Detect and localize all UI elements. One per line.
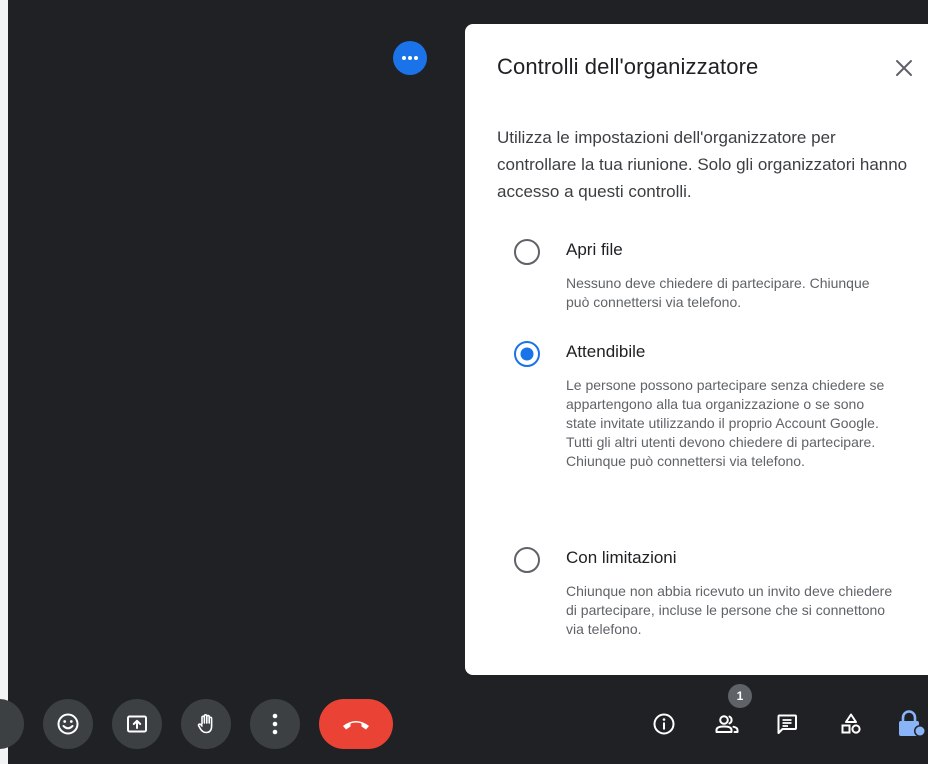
activities-icon	[841, 713, 861, 734]
lock-icon	[899, 710, 926, 737]
people-button[interactable]	[707, 704, 747, 744]
panel-title: Controlli dell'organizzatore	[497, 54, 759, 79]
end-call-button[interactable]	[319, 699, 393, 749]
option-description: Chiunque non abbia ricevuto un invito de…	[566, 583, 893, 637]
option-label: Attendibile	[566, 342, 646, 361]
radio-open[interactable]	[513, 238, 541, 266]
present-screen-button[interactable]	[112, 699, 162, 749]
hang-up-icon	[343, 721, 369, 730]
radio-unchecked-icon	[514, 239, 540, 265]
radio-restricted[interactable]	[513, 546, 541, 574]
host-controls-button[interactable]	[892, 704, 928, 744]
more-options-button[interactable]	[393, 41, 427, 75]
more-actions-button[interactable]	[250, 699, 300, 749]
panel-description: Utilizza le impostazioni dell'organizzat…	[497, 128, 908, 201]
partial-control-button[interactable]	[0, 699, 24, 749]
left-edge-strip	[0, 0, 8, 764]
host-controls-panel: Controlli dell'organizzatore Utilizza le…	[465, 24, 928, 675]
more-horiz-icon	[402, 56, 418, 60]
radio-unchecked-icon	[514, 547, 540, 573]
info-icon	[653, 713, 675, 735]
option-description: Nessuno deve chiedere di partecipare. Ch…	[566, 275, 870, 310]
chat-icon	[777, 714, 797, 734]
close-button[interactable]	[886, 50, 922, 86]
activities-button[interactable]	[831, 704, 871, 744]
hand-icon	[197, 714, 213, 734]
option-description: Le persone possono partecipare senza chi…	[566, 377, 885, 469]
reactions-button[interactable]	[43, 699, 93, 749]
radio-trusted[interactable]	[513, 340, 541, 368]
present-screen-icon	[127, 715, 147, 733]
raise-hand-button[interactable]	[181, 699, 231, 749]
emoji-icon	[57, 713, 79, 735]
chat-button[interactable]	[767, 704, 807, 744]
close-icon	[896, 60, 912, 76]
meeting-details-button[interactable]	[644, 704, 684, 744]
radio-checked-icon	[514, 341, 540, 367]
people-icon	[715, 715, 739, 733]
meeting-stage: Controlli dell'organizzatore Utilizza le…	[0, 0, 928, 764]
option-label: Con limitazioni	[566, 548, 677, 567]
more-vert-icon	[272, 713, 278, 735]
option-label: Apri file	[566, 240, 623, 259]
